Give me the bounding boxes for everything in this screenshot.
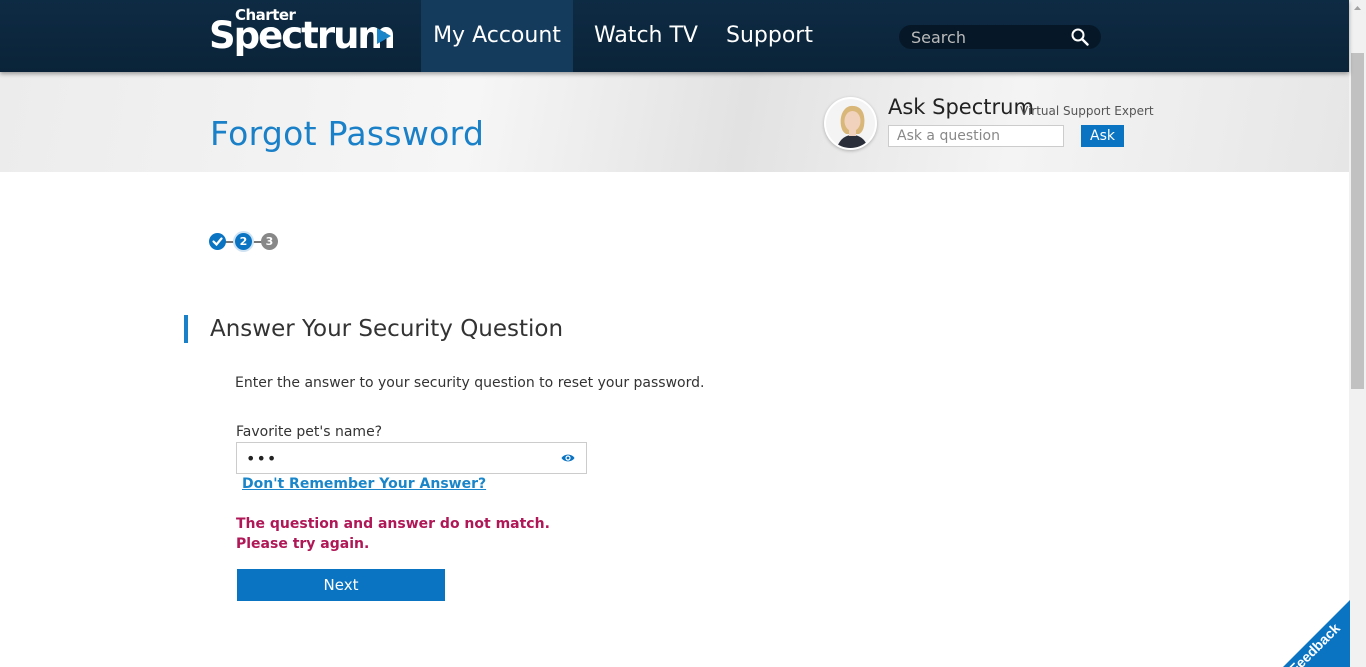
security-answer-input[interactable] bbox=[237, 443, 552, 473]
step-1-completed bbox=[209, 233, 226, 250]
checkmark-icon bbox=[212, 237, 223, 247]
security-question-label: Favorite pet's name? bbox=[236, 424, 383, 440]
nav-support[interactable]: Support bbox=[726, 0, 813, 72]
top-navigation: Charter Spectrum My Account Watch TV Sup… bbox=[0, 0, 1349, 72]
progress-stepper: 2 3 bbox=[209, 233, 281, 251]
search-box bbox=[899, 25, 1101, 49]
nav-my-account[interactable]: My Account bbox=[421, 0, 573, 72]
logo-arrow-icon bbox=[377, 28, 391, 44]
section-accent-bar bbox=[184, 315, 188, 343]
spectrum-logo[interactable]: Charter Spectrum bbox=[209, 6, 396, 57]
nav-watch-tv[interactable]: Watch TV bbox=[594, 0, 698, 72]
virtual-assistant-avatar bbox=[824, 97, 877, 150]
ask-question-input[interactable] bbox=[888, 125, 1064, 147]
error-message: The question and answer do not match. Pl… bbox=[236, 516, 550, 552]
instructions-text: Enter the answer to your security questi… bbox=[235, 375, 705, 391]
dont-remember-answer-link[interactable]: Don't Remember Your Answer? bbox=[242, 476, 486, 492]
section-title: Answer Your Security Question bbox=[210, 316, 564, 342]
step-3-upcoming: 3 bbox=[261, 233, 278, 250]
ask-spectrum-title: Ask Spectrum bbox=[888, 95, 1034, 119]
show-password-eye-icon[interactable] bbox=[561, 452, 575, 464]
search-icon[interactable] bbox=[1071, 28, 1089, 46]
page-header: Forgot Password Ask Spectrum Virtual Sup… bbox=[0, 72, 1349, 172]
next-button[interactable]: Next bbox=[237, 569, 445, 601]
search-input[interactable] bbox=[911, 25, 1061, 49]
logo-spectrum-text: Spectrum bbox=[209, 14, 396, 57]
ask-spectrum-subtitle: Virtual Support Expert bbox=[1020, 104, 1154, 118]
page-title: Forgot Password bbox=[210, 114, 485, 153]
scrollbar-thumb[interactable] bbox=[1351, 53, 1364, 389]
scroll-up-arrow-icon[interactable] bbox=[1349, 0, 1366, 17]
step-2-current: 2 bbox=[235, 233, 252, 250]
feedback-tab[interactable]: Feedback bbox=[1270, 590, 1350, 667]
page-scrollbar[interactable] bbox=[1349, 0, 1366, 667]
answer-field bbox=[236, 442, 587, 474]
ask-button[interactable]: Ask bbox=[1081, 125, 1124, 147]
